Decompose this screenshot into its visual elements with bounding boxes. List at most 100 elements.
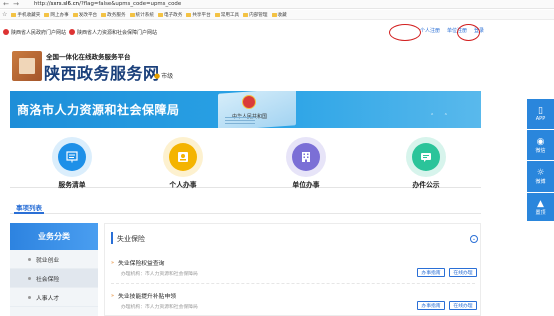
url-prefix: http://	[34, 1, 51, 7]
bookmark-label: 手机收藏夹	[17, 12, 41, 18]
sidebar-item-social-insurance[interactable]: 社会保险	[10, 269, 98, 288]
bookmark-item[interactable]: 常用工具	[214, 12, 240, 18]
message-icon	[412, 143, 440, 171]
gov-portal-label: 陕西省人民政府门户网站	[11, 29, 67, 36]
folder-icon	[186, 12, 192, 17]
guide-button[interactable]: 办事指南	[417, 268, 445, 277]
service-categories: 服务清单 个人办事 单位办事 办件公示	[10, 130, 481, 189]
org-affairs-tile[interactable]: 单位办事	[271, 137, 341, 189]
sidebar-item-label: 就业创业	[36, 257, 60, 264]
bookmark-item[interactable]: 电子政务	[157, 12, 183, 18]
bookmark-label: 电子政务	[163, 12, 183, 18]
sidebar-item-employment[interactable]: 就业创业	[10, 250, 98, 269]
star-icon[interactable]: ☆	[2, 11, 7, 18]
bookmark-label: 网上办事	[50, 12, 69, 18]
bookmark-label: 政务服务	[107, 12, 126, 18]
bookmark-item[interactable]: 统计系统	[129, 12, 154, 18]
item-department: 办理机构：市人力资源和社会保障局	[121, 270, 198, 277]
service-label: 个人办事	[169, 181, 197, 189]
dept-value: 市人力资源和社会保障局	[145, 272, 198, 277]
float-weibo-button[interactable]: ☼ 微博	[527, 161, 554, 192]
float-label: 置顶	[535, 209, 546, 216]
arrow-icon: »	[111, 259, 115, 266]
float-wechat-button[interactable]: ◉ 微信	[527, 130, 554, 160]
case-publicity-tile[interactable]: 办件公示	[391, 137, 461, 189]
sidebar-item-personnel[interactable]: 人事人才	[10, 288, 98, 307]
service-list-icon	[58, 143, 86, 171]
hr-portal-label: 陕西省人力资源和社会保障门户网站	[77, 29, 158, 36]
folder-icon	[214, 12, 220, 17]
section-accent-bar	[111, 232, 113, 244]
dept-value: 市人力资源和社会保障局	[145, 305, 198, 310]
bookmark-label: 收藏	[277, 12, 287, 18]
emblem-icon	[69, 29, 76, 35]
category-sidebar: 业务分类 就业创业 社会保险 人事人才	[10, 223, 98, 316]
folder-icon	[44, 12, 50, 17]
bookmark-item[interactable]: 手机收藏夹	[11, 12, 40, 18]
folder-icon	[157, 12, 163, 17]
bookmark-item[interactable]: 网上办事	[44, 12, 69, 18]
city-selector[interactable]: ● 市级	[154, 71, 174, 81]
bookmarks-bar: ☆ 手机收藏夹 网上办事 发改平台 政务服务 统计系统 电子政务 共享平台 常用…	[0, 10, 554, 20]
hr-portal-link[interactable]: 陕西省人力资源和社会保障门户网站	[69, 29, 157, 36]
annotation-circle	[457, 24, 480, 41]
bookmark-item[interactable]: 收藏	[271, 12, 287, 18]
city-label: 市级	[161, 73, 174, 80]
list-item: » 失业保险权益查询 办理机构：市人力资源和社会保障局 办事指南 在线办理	[111, 256, 477, 284]
wechat-icon: ◉	[536, 136, 545, 147]
sidebar-item-label: 人事人才	[36, 295, 60, 302]
service-list-panel: 失业保险 ⌄ » 失业保险权益查询 办理机构：市人力资源和社会保障局 办事指南 在…	[104, 223, 481, 316]
phone-icon: ▯	[538, 106, 543, 116]
emblem-icon	[3, 29, 9, 35]
bookmark-item[interactable]: 发改平台	[72, 12, 97, 18]
birds-decoration: ⌃ ⌃	[430, 113, 452, 119]
item-title-text: 失业保险权益查询	[118, 261, 165, 267]
guide-button[interactable]: 办事指南	[417, 301, 445, 310]
list-item: » 失业技能提升补贴申领 办理机构：市人力资源和社会保障局 办事指南 在线办理	[111, 289, 477, 316]
forward-icon[interactable]: →	[12, 0, 20, 8]
folder-icon	[101, 12, 107, 17]
gov-portal-link[interactable]: 陕西省人民政府门户网站	[3, 29, 66, 36]
service-label: 服务清单	[58, 181, 86, 189]
tab-bar: 事项列表	[10, 200, 481, 214]
dept-label: 办理机构：	[121, 305, 145, 310]
collapse-icon[interactable]: ⌄	[470, 235, 478, 243]
site-brand[interactable]: 全国一体化在线政务服务平台 陕西政务服务网 ● 市级	[12, 48, 192, 86]
personal-register-link[interactable]: 个人注册	[420, 27, 440, 34]
float-app-button[interactable]: ▯ APP	[527, 99, 554, 129]
apply-online-button[interactable]: 在线办理	[449, 268, 477, 277]
service-ring	[286, 137, 326, 177]
bookmark-item[interactable]: 政务服务	[101, 12, 126, 18]
folder-icon	[271, 12, 277, 17]
national-emblem-icon	[242, 95, 256, 109]
brand-title: 陕西政务服务网	[44, 64, 160, 83]
float-top-button[interactable]: ▲ 置顶	[527, 193, 554, 221]
item-title[interactable]: » 失业技能提升补贴申领	[111, 291, 176, 301]
back-icon[interactable]: ←	[2, 0, 10, 8]
url-path: /?flag=false&upms_code=upms_code	[79, 1, 182, 7]
sidebar-item-label: 社会保险	[36, 276, 60, 283]
folder-icon	[11, 12, 17, 17]
service-list-tile[interactable]: 服务清单	[37, 137, 107, 189]
weibo-icon: ☼	[536, 168, 545, 178]
item-title[interactable]: » 失业保险权益查询	[111, 258, 165, 268]
url-host: sxrs.sl6.cn	[50, 1, 80, 7]
bookmark-item[interactable]: 内部管理	[243, 12, 268, 18]
address-bar: ← → http://sxrs.sl6.cn/?flag=false&upms_…	[0, 0, 554, 9]
personal-affairs-tile[interactable]: 个人办事	[148, 137, 218, 189]
apply-online-button[interactable]: 在线办理	[449, 301, 477, 310]
department-banner: 商洛市人力资源和社会保障局 中华人民共和国 ⌃ ⌃	[10, 91, 481, 128]
bookmark-item[interactable]: 共享平台	[186, 12, 211, 18]
banner-title: 商洛市人力资源和社会保障局	[17, 103, 180, 117]
social-security-card-image	[218, 91, 296, 128]
tab-item-list[interactable]: 事项列表	[14, 200, 44, 214]
bookmark-label: 常用工具	[220, 12, 240, 18]
site-logo	[12, 51, 42, 81]
section-title: 失业保险	[117, 235, 145, 243]
building-icon	[292, 143, 320, 171]
url-field[interactable]: http://sxrs.sl6.cn/?flag=false&upms_code…	[34, 1, 181, 7]
bullet-icon	[28, 276, 31, 280]
personal-icon	[169, 143, 197, 171]
float-label: 微信	[535, 147, 546, 154]
sidebar-header: 业务分类	[10, 223, 98, 250]
